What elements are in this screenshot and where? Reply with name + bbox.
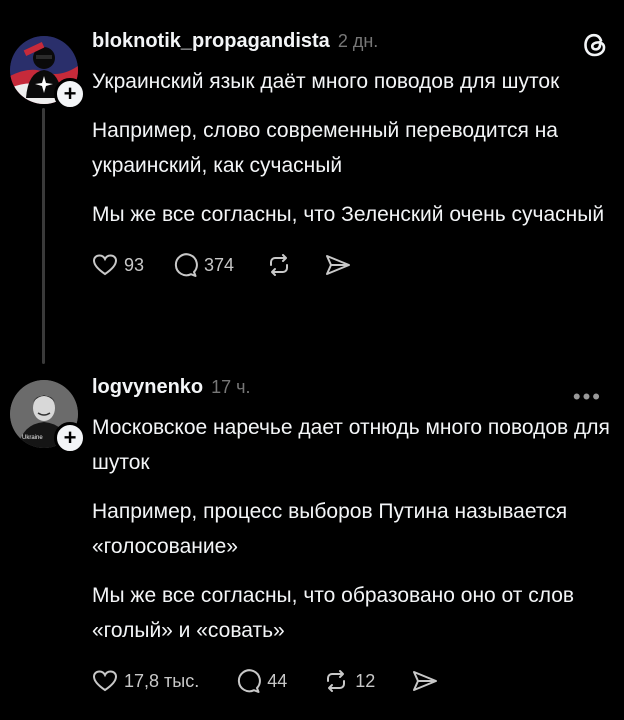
like-count: 93	[124, 254, 145, 275]
like-button[interactable]: 17,8 тыс.	[92, 669, 199, 693]
post-1-header: bloknotik_propagandista 2 дн.	[92, 30, 610, 58]
post-text: Мы же все согласны, что Зеленский очень …	[92, 203, 605, 226]
repost-button[interactable]: 12	[323, 668, 375, 694]
username[interactable]: bloknotik_propagandista	[92, 30, 330, 53]
svg-text:Ukraine: Ukraine	[22, 435, 43, 441]
username[interactable]: logvynenko	[92, 376, 203, 399]
comment-bubble-icon	[238, 669, 262, 693]
share-button[interactable]	[324, 252, 352, 278]
share-send-icon	[326, 255, 351, 275]
post-2-header: logvynenko 17 ч.	[92, 376, 610, 404]
timestamp: 2 дн.	[337, 31, 379, 51]
share-send-icon	[413, 671, 438, 691]
post-text: Московское наречье дает отнюдь много пов…	[92, 416, 610, 474]
repost-count: 12	[355, 670, 376, 691]
share-button[interactable]	[411, 668, 439, 694]
repost-button[interactable]	[266, 252, 298, 278]
post-2-actions: 17,8 тыс. 44 12	[92, 666, 610, 696]
post-text: Мы же все согласны, что образовано оно о…	[92, 584, 575, 642]
comment-button[interactable]: 374	[172, 252, 234, 278]
like-count: 17,8 тыс.	[124, 670, 200, 691]
heart-icon	[92, 670, 118, 692]
follow-plus-button[interactable]: +	[54, 422, 86, 454]
post-1-actions: 93 374	[92, 250, 610, 280]
follow-plus-button[interactable]: +	[54, 78, 86, 110]
like-button[interactable]: 93	[92, 253, 144, 277]
comment-count: 44	[267, 670, 288, 691]
post-text: Украинский язык даёт много поводов для ш…	[92, 70, 560, 93]
post-2-avatar-container[interactable]: Ukraine +	[10, 380, 86, 454]
post-text: Например, слово современный переводится …	[92, 119, 558, 177]
repost-icon	[327, 670, 346, 692]
thread-connector-line	[42, 108, 45, 364]
repost-icon	[270, 254, 289, 276]
comment-count: 374	[204, 254, 235, 275]
comment-bubble-icon	[174, 253, 198, 277]
post-1-avatar-container[interactable]: +	[10, 36, 86, 110]
post-text: Например, процесс выборов Путина называе…	[92, 500, 568, 558]
timestamp: 17 ч.	[211, 377, 251, 397]
heart-icon	[92, 254, 118, 276]
comment-button[interactable]: 44	[235, 668, 287, 694]
